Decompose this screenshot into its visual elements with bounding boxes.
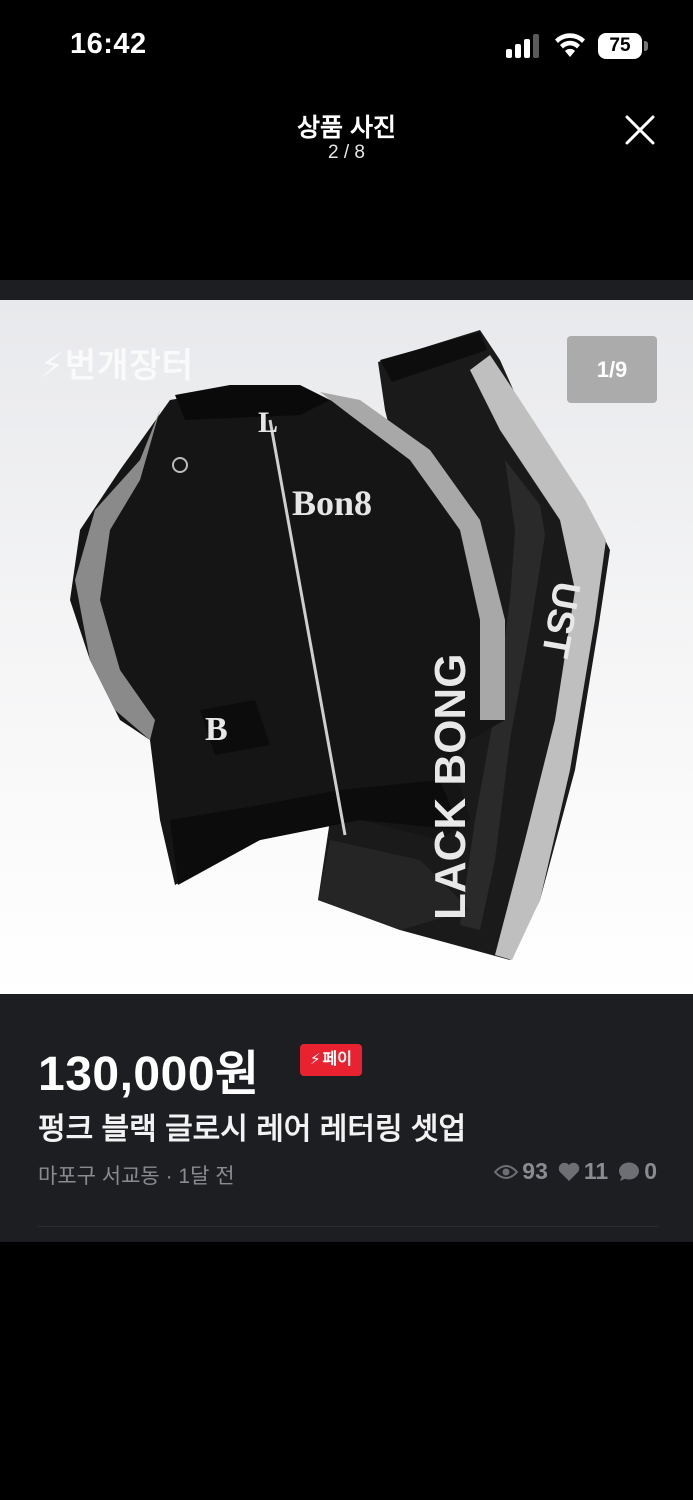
likes-count: 11: [583, 1158, 609, 1184]
pay-badge: ⚡ 페이: [300, 1044, 362, 1076]
views-count: 93: [522, 1158, 548, 1184]
svg-text:LACK BONG: LACK BONG: [426, 654, 475, 920]
svg-text:Bon8: Bon8: [292, 483, 372, 523]
product-photo[interactable]: Bon8 L B LACK BONG UST ⚡번개장터 1/9: [0, 300, 693, 994]
image-index-badge: 1/9: [567, 336, 657, 403]
close-icon[interactable]: [618, 108, 662, 152]
status-time: 16:42: [70, 28, 147, 60]
product-price: 130,000원: [38, 1048, 260, 1101]
likes-stat: 11: [558, 1158, 608, 1185]
price-row: 130,000원: [38, 1034, 260, 1101]
product-stats: 93 11 0: [494, 1158, 657, 1185]
svg-text:B: B: [205, 711, 228, 748]
divider: [38, 1226, 658, 1227]
product-meta: 마포구 서교동 · 1달 전: [38, 1165, 235, 1188]
svg-text:L: L: [258, 406, 278, 439]
heart-icon: [558, 1162, 580, 1181]
battery-icon: 75: [598, 33, 648, 59]
bolt-icon: ⚡: [40, 347, 65, 385]
status-bar: 16:42 75: [0, 0, 693, 92]
product-title: 펑크 블랙 글로시 레어 레터링 셋업: [38, 1113, 467, 1146]
bolt-icon: ⚡: [310, 1051, 321, 1068]
photo-top-band: [0, 280, 693, 300]
viewer-header: 상품 사진 2 / 8: [0, 92, 693, 280]
chats-stat: 0: [618, 1158, 657, 1185]
watermark-logo: ⚡번개장터: [40, 347, 194, 385]
chat-bubble-icon: [619, 1162, 640, 1181]
photo-counter: 2 / 8: [328, 142, 365, 163]
chats-count: 0: [644, 1158, 657, 1184]
tracksuit-image: Bon8 L B LACK BONG UST: [70, 330, 610, 960]
battery-level: 75: [598, 33, 642, 59]
close-button[interactable]: [618, 108, 662, 152]
eye-icon: [494, 1164, 519, 1179]
wifi-icon: [554, 32, 586, 58]
signal-icon: [506, 34, 544, 58]
page-title: 상품 사진: [297, 114, 396, 142]
views-stat: 93: [494, 1158, 548, 1185]
